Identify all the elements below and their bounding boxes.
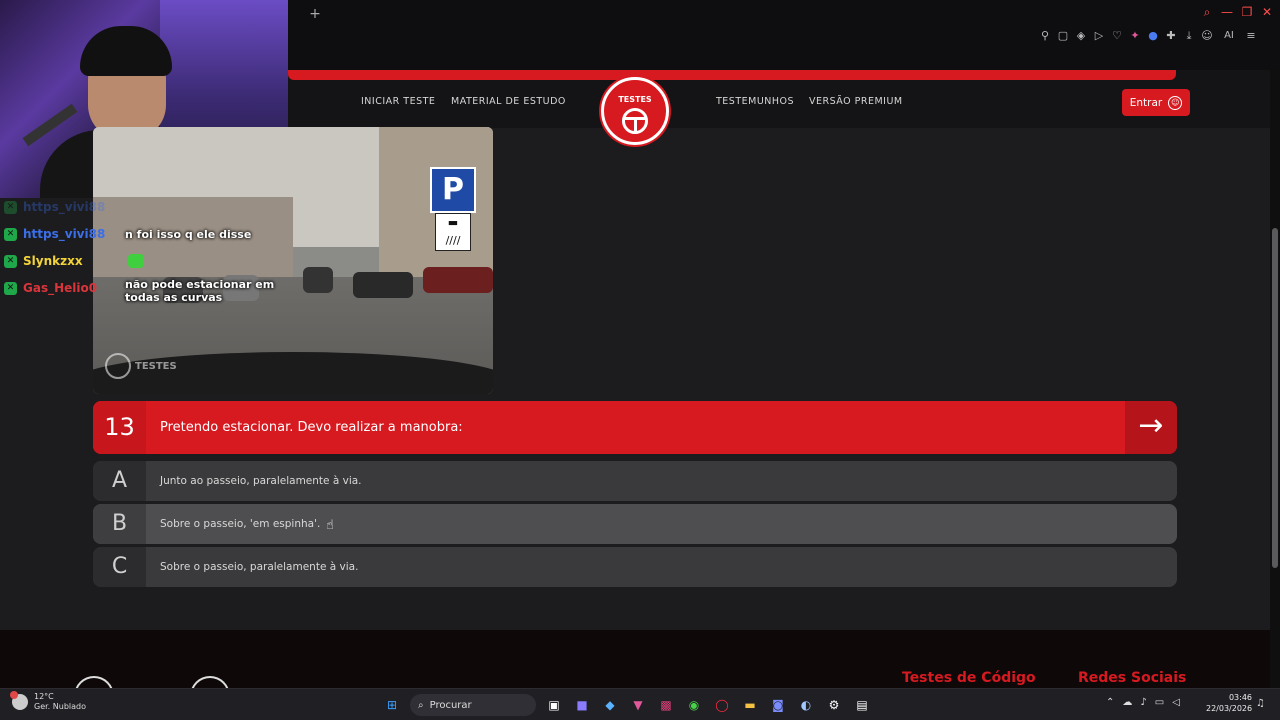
answer-option-b[interactable]: B Sobre o passeio, 'em espinha'.: [93, 504, 1177, 544]
parking-sign: P: [430, 167, 476, 213]
play-icon[interactable]: ▷: [1092, 28, 1106, 44]
chat-username: https_vivi88: [23, 200, 106, 214]
xbox-icon[interactable]: ▩: [656, 695, 676, 715]
chrome-icon[interactable]: ◉: [684, 695, 704, 715]
taskbar-clock[interactable]: 03:46 22/03/2026: [1206, 692, 1252, 714]
chat-message: n foi isso q ele disse: [125, 228, 252, 241]
steam-icon[interactable]: ◐: [796, 695, 816, 715]
question-number: 13: [104, 413, 135, 441]
chat-line: ✕ https_vivi88: [4, 227, 105, 241]
settings-icon[interactable]: ⚙: [824, 695, 844, 715]
minimize-button[interactable]: —: [1220, 4, 1234, 20]
login-button[interactable]: Entrar ☺: [1122, 89, 1190, 116]
car-icon: ▬: [447, 216, 459, 229]
chat-badge-icon: ✕: [4, 227, 17, 241]
chat-badge-icon: ✕: [4, 254, 17, 268]
file-explorer-icon[interactable]: ▬: [740, 695, 760, 715]
angled-parking-icon: ////: [445, 234, 461, 247]
valorant-icon[interactable]: ▼: [628, 695, 648, 715]
system-tray: ⌃ ☁ ♪ ▭ ◁: [1106, 697, 1180, 708]
network-icon[interactable]: ▭: [1155, 697, 1164, 708]
search-icon: ⌕: [418, 699, 424, 711]
profile-icon[interactable]: ☺: [1200, 28, 1214, 44]
answer-option-c[interactable]: C Sobre o passeio, paralelamente à via.: [93, 547, 1177, 587]
chat-badge-icon: ✕: [4, 200, 17, 214]
weather-temp: 12°C: [34, 692, 54, 701]
answer-text: Sobre o passeio, 'em espinha'.: [160, 518, 321, 530]
weather-desc: Ger. Nublado: [34, 702, 86, 711]
chat-message: não pode estacionar em todas as curvas: [125, 278, 275, 304]
question-text: Pretendo estacionar. Devo realizar a man…: [160, 420, 463, 435]
search-label: Procurar: [429, 699, 472, 711]
taskbar-search[interactable]: ⌕ Procurar: [410, 694, 536, 716]
chat-app-icon[interactable]: ■: [572, 695, 592, 715]
discord-icon[interactable]: ◙: [768, 695, 788, 715]
nav-link-material[interactable]: MATERIAL DE ESTUDO: [451, 96, 566, 107]
app-icon[interactable]: ◆: [600, 695, 620, 715]
cloud-icon[interactable]: ☁: [1122, 697, 1132, 708]
image-watermark: TESTES: [105, 353, 177, 379]
search-tabs-icon[interactable]: ⌕: [1200, 4, 1214, 20]
question-bar: 13 Pretendo estacionar. Devo realizar a …: [93, 401, 1177, 454]
logo-text: TESTES: [618, 95, 652, 104]
snapshot-icon[interactable]: ▢: [1056, 28, 1070, 44]
answer-text: Sobre o passeio, paralelamente à via.: [160, 561, 359, 573]
answer-option-a[interactable]: A Junto ao passeio, paralelamente à via.: [93, 461, 1177, 501]
chat-username: https_vivi88: [23, 227, 106, 241]
nav-accent-bar: [288, 70, 1176, 80]
browser-toolbar: ⚲ ▢ ◈ ▷ ♡ ✦ ● ✚ ⤓ ☺ AI ≡: [1038, 28, 1258, 44]
opera-icon[interactable]: ◯: [712, 695, 732, 715]
next-question-button[interactable]: →: [1125, 401, 1177, 454]
answer-text: Junto ao passeio, paralelamente à via.: [160, 475, 362, 487]
chat-username: Gas_Helio0: [23, 281, 98, 295]
aria-ai-button[interactable]: AI: [1218, 28, 1240, 44]
answer-letter: A: [111, 468, 128, 493]
menu-icon[interactable]: ≡: [1244, 28, 1258, 44]
nav-link-premium[interactable]: VERSÃO PREMIUM: [809, 96, 903, 107]
shield-icon[interactable]: ◈: [1074, 28, 1088, 44]
user-icon: ☺: [1168, 95, 1183, 110]
volume-icon[interactable]: ◁: [1172, 697, 1180, 708]
chat-line: ✕ https_vivi88: [4, 200, 105, 214]
maximize-button[interactable]: ❐: [1240, 4, 1254, 20]
chevron-up-icon[interactable]: ⌃: [1106, 697, 1114, 708]
weather-icon: [10, 691, 28, 710]
mouse-cursor-icon: ☝: [326, 518, 334, 533]
heart-icon[interactable]: ♡: [1110, 28, 1124, 44]
nav-link-testemunhos[interactable]: TESTEMUNHOS: [716, 96, 794, 107]
clock-date: 22/03/2026: [1206, 704, 1253, 713]
footer-heading-testes: Testes de Código: [902, 670, 1036, 686]
chat-emote-icon: [128, 254, 144, 268]
answer-letter: C: [111, 554, 128, 579]
close-button[interactable]: ✕: [1260, 4, 1274, 20]
taskbar-apps: ⊞ ⌕ Procurar ▣ ■ ◆ ▼ ▩ ◉ ◯ ▬ ◙ ◐ ⚙ ▤: [382, 694, 872, 716]
logo-t-icon: [622, 108, 648, 134]
question-image: P ▬ //// TESTES: [93, 127, 493, 394]
extension-icon[interactable]: ●: [1146, 28, 1160, 44]
window-controls: ⌕ — ❐ ✕: [1200, 4, 1274, 20]
puzzle-icon[interactable]: ✚: [1164, 28, 1178, 44]
clock-time: 03:46: [1228, 693, 1252, 702]
new-tab-button[interactable]: +: [308, 6, 322, 22]
nav-link-iniciar-teste[interactable]: INICIAR TESTE: [361, 96, 435, 107]
pin-icon[interactable]: ⚲: [1038, 28, 1052, 44]
scrollbar-thumb[interactable]: [1272, 228, 1278, 568]
spark-icon[interactable]: ✦: [1128, 28, 1142, 44]
site-logo[interactable]: TESTES: [601, 77, 669, 145]
download-icon[interactable]: ⤓: [1182, 28, 1196, 44]
task-view-icon[interactable]: ▣: [544, 695, 564, 715]
mic-icon[interactable]: ♪: [1140, 697, 1146, 708]
chat-username: Slynkzxx: [23, 254, 83, 268]
windows-start-icon[interactable]: ⊞: [382, 695, 402, 715]
notepad-icon[interactable]: ▤: [852, 695, 872, 715]
login-label: Entrar: [1129, 96, 1163, 109]
chat-badge-icon: ✕: [4, 281, 17, 295]
footer-heading-redes: Redes Sociais: [1078, 670, 1187, 686]
parking-subsign: ▬ ////: [435, 213, 471, 251]
chat-line: ✕ Slynkzxx: [4, 254, 83, 268]
weather-widget[interactable]: 12°C Ger. Nublado: [10, 691, 86, 712]
notification-bell-icon[interactable]: ♫: [1256, 698, 1268, 710]
answer-letter: B: [111, 511, 128, 536]
chat-line: ✕ Gas_Helio0: [4, 281, 97, 295]
